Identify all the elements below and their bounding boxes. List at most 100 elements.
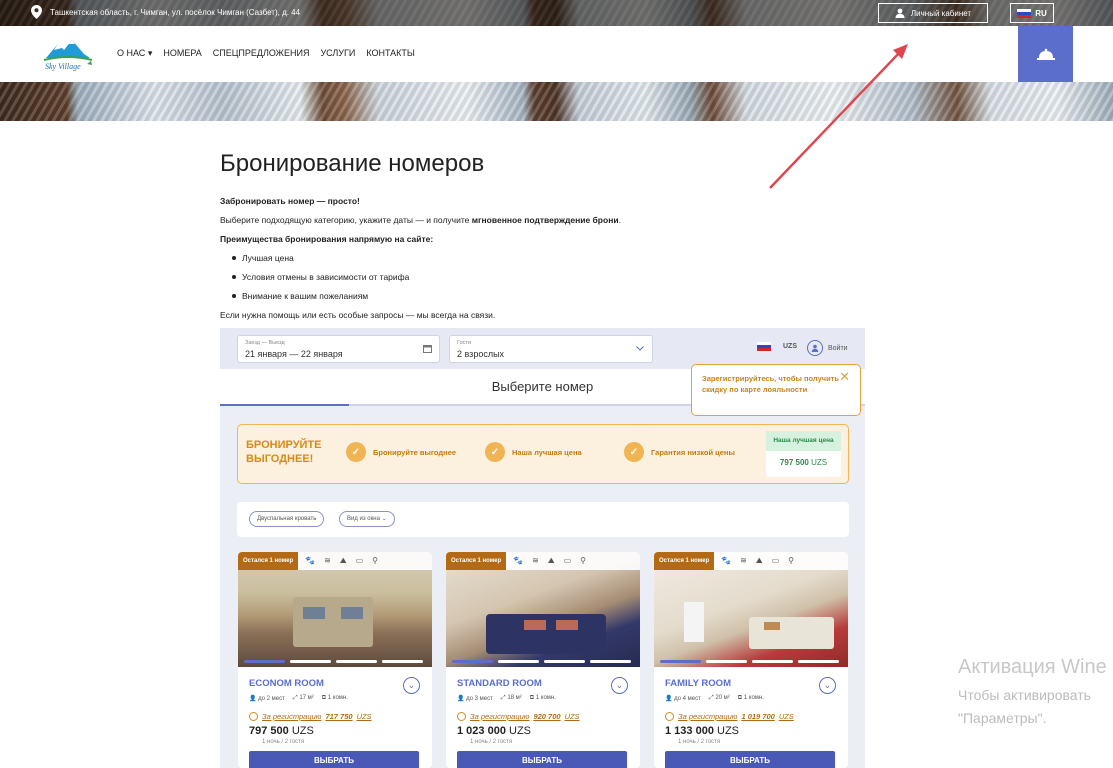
windows-activation-text: Чтобы активировать "Параметры". xyxy=(958,687,1091,726)
medal-icon xyxy=(457,712,466,721)
chevron-down-icon: ⌄ xyxy=(381,516,387,522)
page-title: Бронирование номеров xyxy=(220,150,485,177)
svg-text:Sky Village: Sky Village xyxy=(45,62,81,71)
pet-icon: 🐾 xyxy=(513,556,524,565)
list-item: Условия отмены в зависимости от тарифа xyxy=(231,272,410,282)
registration-price-link[interactable]: За регистрацию 717 750 UZS xyxy=(249,712,372,721)
availability-badge: Остался 1 номер xyxy=(654,552,715,570)
room-badges: Остался 1 номер 🐾 ≋ ⛰ ▭ ⚲ xyxy=(654,552,848,570)
nav-item-rooms[interactable]: НОМЕРА xyxy=(163,48,201,59)
registration-price-link[interactable]: За регистрацию 920 700 UZS xyxy=(457,712,580,721)
nav-item-contacts[interactable]: КОНТАКТЫ xyxy=(366,48,415,59)
main-navbar: Sky Village О НАС ▾ НОМЕРА СПЕЦПРЕДЛОЖЕН… xyxy=(0,26,1113,82)
pet-icon: 🐾 xyxy=(721,556,732,565)
expand-button[interactable]: ⌄ xyxy=(819,677,836,694)
room-card: Остался 1 номер 🐾 ≋ ⛰ ▭ ⚲ STANDARD ROOM ⌄ 👤 … xyxy=(446,552,640,768)
user-icon xyxy=(807,340,823,356)
nav-menu: О НАС ▾ НОМЕРА СПЕЦПРЕДЛОЖЕНИЯ УСЛУГИ КО… xyxy=(117,48,415,59)
russia-flag-icon xyxy=(1017,8,1032,18)
intro-text: Выберите подходящую категорию, укажите д… xyxy=(220,215,621,225)
language-label: RU xyxy=(1035,8,1047,18)
availability-badge: Остался 1 номер xyxy=(238,552,299,570)
room-specs: 👤 до 4 мест ⤢ 20 м² ⧉ 1 комн. xyxy=(665,695,764,702)
mountain-icon: ⛰ xyxy=(339,556,347,565)
pet-icon: 🐾 xyxy=(305,556,316,565)
room-price: 797 500 UZS xyxy=(249,725,314,737)
language-selector[interactable]: RU xyxy=(1010,3,1054,23)
logo[interactable]: Sky Village xyxy=(40,34,96,74)
filter-window-view[interactable]: Вид из окна ⌄ xyxy=(339,511,395,527)
calendar-icon xyxy=(423,345,432,353)
medal-icon xyxy=(249,712,258,721)
price-note: 1 ночь / 2 гостя xyxy=(678,739,721,745)
loyalty-tooltip: Зарегистрируйтесь, чтобы получить скидку… xyxy=(691,364,861,416)
promo-feature: ✓ Гарантия низкой цены xyxy=(624,442,735,462)
carousel-dots[interactable] xyxy=(244,660,423,663)
check-icon: ✓ xyxy=(624,442,644,462)
select-room-button[interactable]: ВЫБРАТЬ xyxy=(665,751,835,768)
medal-icon xyxy=(665,712,674,721)
address: Ташкентская область, г. Чимган, ул. посё… xyxy=(31,5,300,19)
list-item: Внимание к вашим пожеланиям xyxy=(231,291,369,301)
nav-item-about[interactable]: О НАС ▾ xyxy=(117,48,152,59)
wifi-icon: ≋ xyxy=(740,556,747,565)
heater-icon: ⚲ xyxy=(372,556,378,565)
carousel-dots[interactable] xyxy=(660,660,839,663)
currency-selector[interactable]: UZS xyxy=(757,342,797,351)
room-badges: Остался 1 номер 🐾 ≋ ⛰ ▭ ⚲ xyxy=(238,552,432,570)
room-badges: Остался 1 номер 🐾 ≋ ⛰ ▭ ⚲ xyxy=(446,552,640,570)
help-text: Если нужна помощь или есть особые запрос… xyxy=(220,310,496,320)
room-specs: 👤 до 3 мест ⤢ 18 м² ⧉ 1 комн. xyxy=(457,695,556,702)
mountain-icon: ⛰ xyxy=(755,556,763,565)
tv-icon: ▭ xyxy=(771,556,780,565)
promo-feature: ✓ Бронируйте выгоднее xyxy=(346,442,456,462)
address-text: Ташкентская область, г. Чимган, ул. посё… xyxy=(50,7,301,17)
amenity-icons: 🐾 ≋ ⛰ ▭ ⚲ xyxy=(305,556,378,566)
wifi-icon: ≋ xyxy=(532,556,539,565)
best-price-box: Наша лучшая цена 797 500 UZS xyxy=(766,431,841,477)
tv-icon: ▭ xyxy=(355,556,364,565)
guests-field[interactable]: Гости 2 взрослых xyxy=(449,335,653,363)
room-price: 1 023 000 UZS xyxy=(457,725,531,737)
check-icon: ✓ xyxy=(346,442,366,462)
search-bar: Заезд — Выезд 21 января — 22 января Гост… xyxy=(220,328,865,369)
list-item: Лучшая цена xyxy=(232,253,294,263)
chevron-down-icon xyxy=(636,346,644,351)
filter-double-bed[interactable]: Двуспальная кровать xyxy=(249,511,325,527)
availability-badge: Остался 1 номер xyxy=(446,552,507,570)
amenity-icons: 🐾 ≋ ⛰ ▭ ⚲ xyxy=(721,556,794,566)
amenity-icons: 🐾 ≋ ⛰ ▭ ⚲ xyxy=(513,556,586,566)
top-bar: Ташкентская область, г. Чимган, ул. посё… xyxy=(0,0,1113,26)
promo-title: БРОНИРУЙТЕ ВЫГОДНЕЕ! xyxy=(246,439,322,465)
login-button[interactable]: Войти xyxy=(807,340,848,356)
wifi-icon: ≋ xyxy=(324,556,331,565)
windows-activation-title: Активация Wine xyxy=(958,656,1107,678)
room-card: Остался 1 номер 🐾 ≋ ⛰ ▭ ⚲ ECONOM ROOM ⌄ 👤 до… xyxy=(238,552,432,768)
room-name[interactable]: ECONOM ROOM xyxy=(249,678,324,689)
cabinet-label: Личный кабинет xyxy=(910,8,972,18)
price-note: 1 ночь / 2 гостя xyxy=(470,739,513,745)
dates-field[interactable]: Заезд — Выезд 21 января — 22 января xyxy=(237,335,440,363)
carousel-dots[interactable] xyxy=(452,660,631,663)
room-specs: 👤 до 2 мест ⤢ 17 м² ⧉ 1 комн. xyxy=(249,695,348,702)
select-room-button[interactable]: ВЫБРАТЬ xyxy=(249,751,419,768)
nav-item-services[interactable]: УСЛУГИ xyxy=(320,48,355,59)
hairdryer-icon: ⚲ xyxy=(788,556,794,565)
room-name[interactable]: STANDARD ROOM xyxy=(457,678,542,689)
tv-icon: ▭ xyxy=(563,556,572,565)
promo-feature: ✓ Наша лучшая цена xyxy=(485,442,582,462)
expand-button[interactable]: ⌄ xyxy=(403,677,420,694)
bell-icon xyxy=(1036,48,1055,60)
booking-widget: Заезд — Выезд 21 января — 22 января Гост… xyxy=(220,328,865,768)
personal-cabinet-button[interactable]: Личный кабинет xyxy=(878,3,988,23)
filter-bar: Двуспальная кровать Вид из окна ⌄ xyxy=(237,502,849,537)
booking-bell-button[interactable] xyxy=(1018,26,1073,82)
registration-price-link[interactable]: За регистрацию 1 019 700 UZS xyxy=(665,712,794,721)
close-icon[interactable]: ✕ xyxy=(839,370,850,383)
nav-item-offers[interactable]: СПЕЦПРЕДЛОЖЕНИЯ xyxy=(213,48,310,59)
expand-button[interactable]: ⌄ xyxy=(611,677,628,694)
price-note: 1 ночь / 2 гостя xyxy=(262,739,305,745)
select-room-button[interactable]: ВЫБРАТЬ xyxy=(457,751,627,768)
advantages-heading: Преимущества бронирования напрямую на са… xyxy=(220,234,434,244)
room-name[interactable]: FAMILY ROOM xyxy=(665,678,731,689)
